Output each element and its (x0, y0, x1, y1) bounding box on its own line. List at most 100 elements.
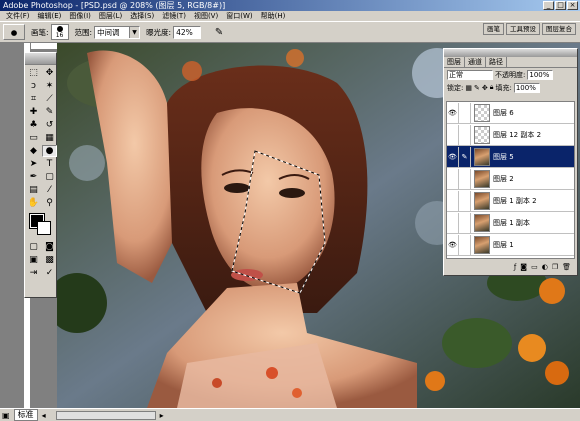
marquee-tool-icon[interactable]: ⬚ (26, 67, 41, 79)
history-brush-tool-icon[interactable]: ↺ (42, 119, 57, 131)
menu-select[interactable]: 选择(S) (126, 11, 158, 21)
layer-thumbnail (474, 191, 490, 210)
menu-edit[interactable]: 编辑(E) (34, 11, 66, 21)
menu-file[interactable]: 文件(F) (2, 11, 34, 21)
brush-tool-icon[interactable]: ✎ (42, 106, 57, 118)
menu-view[interactable]: 视图(V) (190, 11, 222, 21)
maximize-button[interactable]: □ (555, 1, 566, 10)
toolbox-header[interactable] (25, 53, 56, 65)
layer-row[interactable]: 图层 12 副本 2 (447, 124, 574, 146)
scroll-right-icon[interactable]: ▸ (160, 411, 164, 420)
link-slot[interactable] (459, 124, 471, 145)
eye-slot[interactable] (447, 212, 459, 233)
clone-stamp-tool-icon[interactable]: ♣ (26, 119, 41, 131)
well-tab-tool-presets[interactable]: 工具预设 (506, 23, 540, 35)
new-set-icon[interactable]: ▭ (531, 263, 538, 271)
link-slot[interactable] (459, 102, 471, 123)
menu-window[interactable]: 窗口(W) (222, 11, 256, 21)
new-layer-icon[interactable]: ❐ (552, 263, 558, 271)
eraser-tool-icon[interactable]: ▭ (26, 132, 41, 144)
blend-mode-select[interactable]: 正常 (447, 69, 493, 80)
taskbar-icon[interactable]: ▣ (2, 411, 10, 420)
menu-filter[interactable]: 滤镜(T) (158, 11, 190, 21)
magic-wand-tool-icon[interactable]: ✶ (42, 80, 57, 92)
background-color-swatch[interactable] (37, 221, 51, 235)
mode-label[interactable]: 标准 (13, 409, 38, 421)
eye-slot[interactable] (447, 190, 459, 211)
adjustment-layer-icon[interactable]: ◐ (542, 263, 548, 271)
eye-icon[interactable]: 👁︎ (447, 146, 459, 167)
full-screen-mode-icon[interactable]: ▩ (42, 254, 57, 266)
brush-icon[interactable]: ✎ (459, 146, 471, 167)
layer-list: 👁︎ 图层 6 图层 12 副本 2 👁︎ ✎ 图层 5 图层 2 图层 1 副… (446, 101, 575, 259)
notes-tool-icon[interactable]: ▤ (26, 184, 41, 196)
eye-icon[interactable]: 👁︎ (447, 234, 459, 255)
well-tab-layer-comps[interactable]: 图层复合 (542, 23, 576, 35)
slice-tool-icon[interactable]: ⟋ (42, 93, 57, 105)
healing-brush-tool-icon[interactable]: ✚ (26, 106, 41, 118)
brush-picker[interactable]: 16 (50, 24, 69, 40)
layer-row[interactable]: 图层 1 副本 (447, 212, 574, 234)
horizontal-scrollbar[interactable] (55, 410, 156, 420)
well-tab-brushes[interactable]: 画笔 (483, 23, 504, 35)
lock-all-icon[interactable]: 🔒︎ (490, 83, 494, 92)
eye-icon[interactable]: 👁︎ (447, 102, 459, 123)
shape-tool-icon[interactable]: ▢ (42, 171, 57, 183)
tool-preset-picker[interactable]: ● (3, 24, 25, 40)
zoom-tool-icon[interactable]: ⚲ (42, 197, 57, 209)
layer-row[interactable]: 👁︎ 图层 6 (447, 102, 574, 124)
blur-tool-icon[interactable]: ◆ (26, 145, 41, 157)
eyedropper-tool-icon[interactable]: ⁄ (42, 184, 57, 196)
link-slot[interactable] (459, 168, 471, 189)
range-select[interactable]: 中间调 ▼ (94, 25, 141, 39)
link-slot[interactable] (459, 212, 471, 233)
gradient-tool-icon[interactable]: ▦ (42, 132, 57, 144)
layer-row[interactable]: 图层 2 (447, 168, 574, 190)
quick-mask-mode-icon[interactable]: ◙ (42, 241, 57, 253)
menu-bar: 文件(F) 编辑(E) 图像(I) 图层(L) 选择(S) 滤镜(T) 视图(V… (0, 11, 580, 21)
layer-style-icon[interactable]: ƒ (514, 263, 516, 271)
palette-well: 画笔 工具预设 图层复合 (483, 23, 576, 35)
chevron-down-icon: ▼ (129, 26, 140, 38)
fill-input[interactable]: 100% (513, 82, 540, 93)
tab-paths[interactable]: 路径 (486, 57, 507, 67)
layers-palette-header[interactable] (444, 49, 577, 57)
hand-tool-icon[interactable]: ✋ (26, 197, 41, 209)
trash-icon[interactable]: 🗑︎ (562, 263, 571, 271)
opacity-input[interactable]: 100% (527, 69, 554, 80)
layer-row-selected[interactable]: 👁︎ ✎ 图层 5 (447, 146, 574, 168)
tab-channels[interactable]: 通道 (465, 57, 486, 67)
airbrush-toggle[interactable]: ✎ (211, 25, 227, 39)
lock-image-icon[interactable]: ✎ (474, 84, 480, 92)
eye-slot[interactable] (447, 168, 459, 189)
tab-layers[interactable]: 图层 (444, 57, 465, 67)
lock-transparency-icon[interactable]: ▦ (465, 84, 472, 92)
link-slot[interactable] (459, 234, 471, 255)
dodge-tool-icon[interactable]: ● (42, 145, 57, 157)
layer-thumbnail (474, 147, 490, 166)
menu-image[interactable]: 图像(I) (65, 11, 95, 21)
lock-position-icon[interactable]: ✥ (482, 84, 488, 92)
move-tool-icon[interactable]: ✥ (42, 67, 57, 79)
scroll-left-icon[interactable]: ◂ (42, 411, 46, 420)
screen-mode-icon[interactable]: ▣ (26, 254, 41, 266)
type-tool-icon[interactable]: T (42, 158, 57, 170)
menu-layer[interactable]: 图层(L) (95, 11, 126, 21)
exposure-input[interactable]: 42% (173, 25, 202, 39)
minimize-button[interactable]: _ (543, 1, 554, 10)
crop-tool-icon[interactable]: ⌗ (26, 93, 41, 105)
brush-label: 画笔: (31, 27, 49, 37)
path-selection-tool-icon[interactable]: ➤ (26, 158, 41, 170)
standard-mode-icon[interactable]: ▢ (26, 241, 41, 253)
layer-mask-icon[interactable]: ◙ (520, 263, 527, 271)
pen-tool-icon[interactable]: ✒ (26, 171, 41, 183)
menu-help[interactable]: 帮助(H) (257, 11, 290, 21)
jump-to-imageready-icon[interactable]: ⇥ (26, 267, 41, 279)
eye-slot[interactable] (447, 124, 459, 145)
layer-row[interactable]: 👁︎ 图层 1 (447, 234, 574, 256)
lasso-tool-icon[interactable]: ↄ (26, 80, 41, 92)
layer-row[interactable]: 图层 1 副本 2 (447, 190, 574, 212)
link-slot[interactable] (459, 190, 471, 211)
close-button[interactable]: × (567, 1, 578, 10)
checkmark-icon[interactable]: ✓ (42, 267, 57, 279)
